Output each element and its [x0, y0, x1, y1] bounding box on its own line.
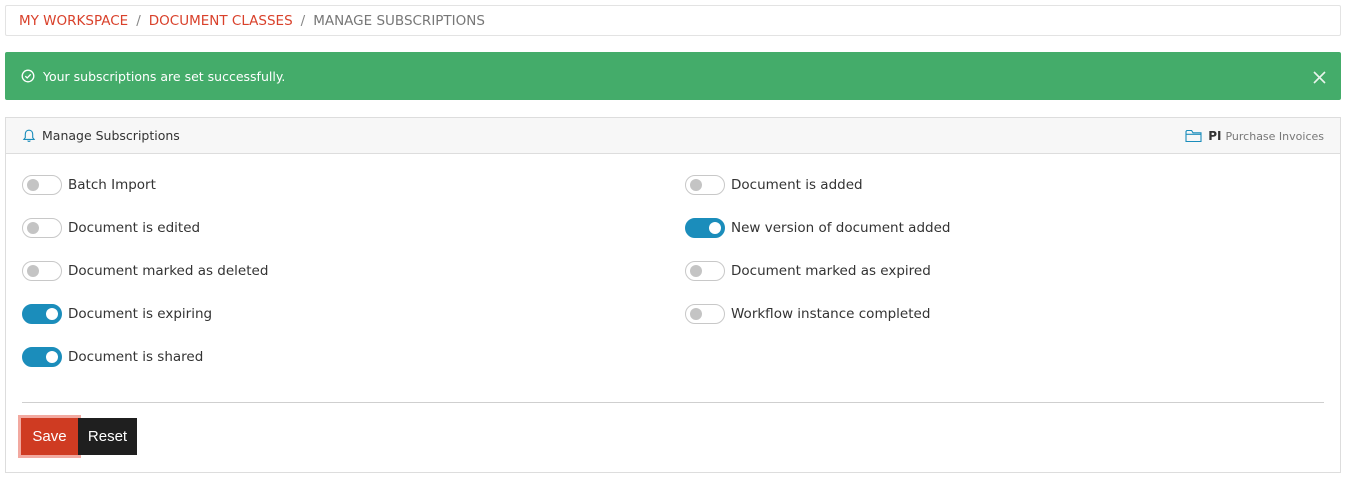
subscription-workflow-completed: Workflow instance completed [685, 303, 930, 325]
toggle-knob [27, 179, 39, 191]
alert-message: Your subscriptions are set successfully. [43, 68, 286, 84]
toggle-knob [690, 308, 702, 320]
toggle-label: Document marked as expired [731, 263, 931, 279]
toggle-label: Document is added [731, 177, 863, 193]
save-button[interactable]: Save [21, 418, 78, 455]
breadcrumb-separator: / [136, 12, 141, 29]
subscription-document-deleted: Document marked as deleted [22, 260, 268, 282]
toggle-knob [690, 265, 702, 277]
subscription-document-edited: Document is edited [22, 217, 200, 239]
toggle-label: Document is expiring [68, 306, 213, 322]
toggle-label: Workflow instance completed [731, 306, 931, 322]
panel-header: Manage Subscriptions PI Purchase Invoice… [6, 118, 1340, 154]
close-icon[interactable] [1312, 70, 1327, 85]
folder-icon [1185, 129, 1202, 143]
toggle-knob [690, 179, 702, 191]
class-code: PI [1208, 129, 1222, 143]
subscription-document-expired: Document marked as expired [685, 260, 931, 282]
toggle-label: Document is shared [68, 349, 204, 365]
toggle-switch[interactable] [685, 175, 725, 195]
toggle-knob [27, 265, 39, 277]
toggle-label: Document is edited [68, 220, 201, 236]
toggle-switch[interactable] [685, 261, 725, 281]
toggle-switch[interactable] [22, 347, 62, 367]
subscription-document-expiring: Document is expiring [22, 303, 212, 325]
check-circle-icon [21, 69, 35, 83]
breadcrumb-current: MANAGE SUBSCRIPTIONS [313, 12, 485, 29]
divider [22, 402, 1324, 403]
subscription-document-shared: Document is shared [22, 346, 203, 368]
class-name: Purchase Invoices [1225, 129, 1324, 143]
toggle-knob [27, 222, 39, 234]
toggle-label: Batch Import [68, 177, 156, 193]
breadcrumb-link-document-classes[interactable]: DOCUMENT CLASSES [149, 13, 293, 29]
toggle-switch[interactable] [22, 218, 62, 238]
panel-title: Manage Subscriptions [42, 128, 180, 143]
breadcrumb-link-my-workspace[interactable]: MY WORKSPACE [19, 13, 128, 29]
breadcrumb: MY WORKSPACE / DOCUMENT CLASSES / MANAGE… [5, 5, 1341, 36]
bell-icon [21, 128, 37, 144]
toggle-knob [709, 222, 721, 234]
reset-button[interactable]: Reset [78, 418, 137, 455]
breadcrumb-separator: / [300, 12, 306, 29]
toggle-switch[interactable] [685, 304, 725, 324]
subscription-new-version: New version of document added [685, 217, 950, 239]
subscriptions-panel: Manage Subscriptions PI Purchase Invoice… [5, 117, 1341, 473]
toggle-label: New version of document added [731, 220, 951, 236]
document-class-indicator: PI Purchase Invoices [1185, 118, 1324, 154]
toggle-switch[interactable] [22, 175, 62, 195]
toggle-knob [46, 308, 58, 320]
toggle-switch[interactable] [22, 261, 62, 281]
toggle-label: Document marked as deleted [68, 263, 269, 279]
toggle-switch[interactable] [22, 304, 62, 324]
toggle-switch[interactable] [685, 218, 725, 238]
subscription-batch-import: Batch Import [22, 174, 156, 196]
toggle-knob [46, 351, 58, 363]
subscription-document-added: Document is added [685, 174, 863, 196]
success-alert: Your subscriptions are set successfully. [5, 52, 1341, 100]
